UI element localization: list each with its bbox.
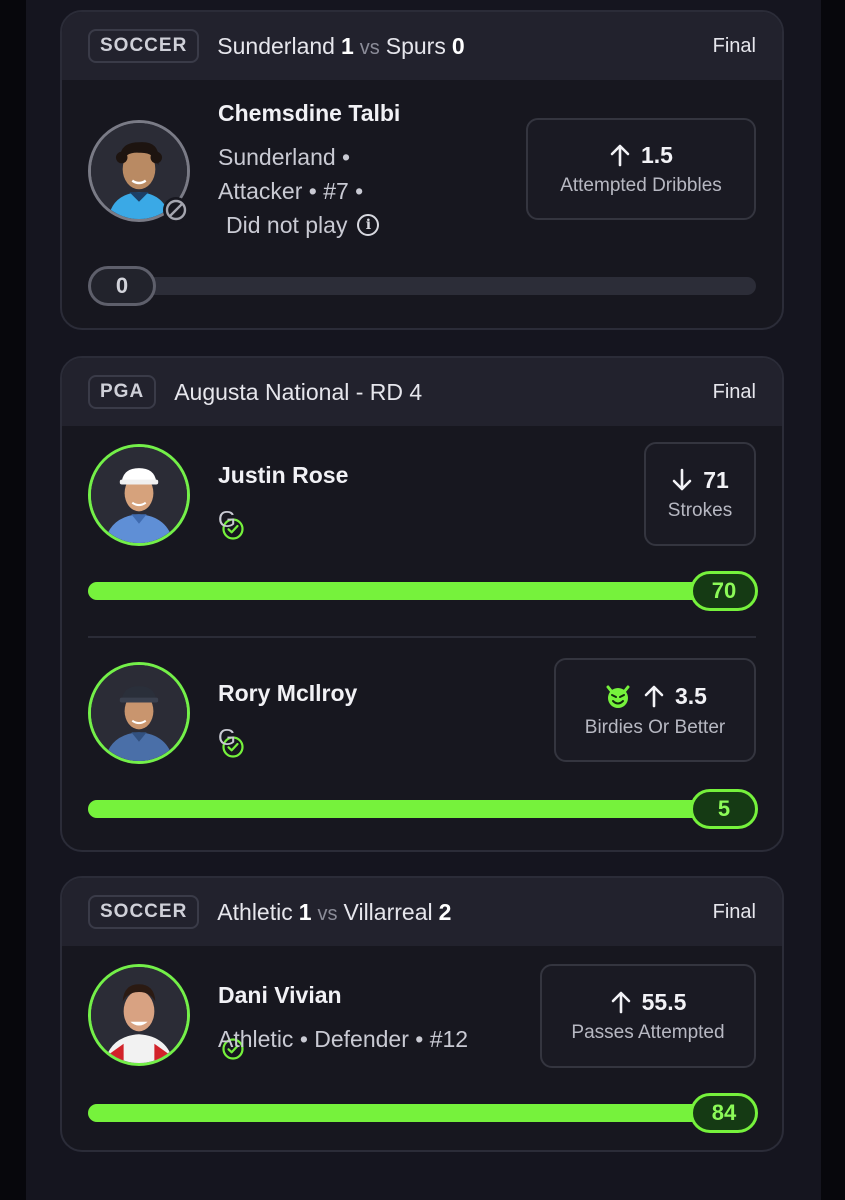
- projection-line: 3.5: [603, 681, 707, 711]
- pick-divider: [88, 636, 756, 638]
- pick-row[interactable]: Chemsdine Talbi Sunderland • Attacker • …: [62, 80, 782, 328]
- event-name: Augusta National - RD 4: [174, 378, 423, 405]
- vs-label: vs: [359, 36, 380, 59]
- game-status: Final: [712, 900, 756, 923]
- demon-icon: [606, 685, 630, 708]
- sport-badge: SOCCER: [88, 895, 200, 929]
- result-pill: 70: [690, 571, 758, 611]
- player-avatar[interactable]: [88, 662, 190, 764]
- progress-bar: 0: [88, 266, 756, 306]
- away-score: 2: [438, 898, 452, 925]
- arrow-up-icon: [611, 991, 630, 1014]
- info-icon[interactable]: i: [357, 214, 380, 236]
- card-header: PGA Augusta National - RD 4 Final: [62, 358, 782, 426]
- projection-box[interactable]: 3.5 Birdies Or Better: [554, 658, 756, 762]
- projection-line: 55.5: [610, 988, 687, 1016]
- progress-fill: [88, 800, 756, 818]
- screen-edge-left: [0, 0, 26, 1200]
- player-photo: [91, 447, 187, 543]
- line-value: 1.5: [641, 141, 673, 168]
- progress-bar: 84: [88, 1093, 758, 1133]
- projection-box[interactable]: 55.5 Passes Attempted: [540, 964, 756, 1068]
- away-team: Spurs: [385, 32, 446, 59]
- home-score: 1: [340, 32, 354, 59]
- pick-row[interactable]: Dani Vivian Athletic • Defender • #12 55…: [62, 946, 782, 1150]
- card-header: SOCCER Sunderland 1 vs Spurs 0 Final: [62, 12, 782, 80]
- progress-bar: 70: [88, 571, 758, 611]
- line-value: 71: [703, 466, 729, 493]
- progress-fill: [88, 1104, 756, 1122]
- stat-type: Passes Attempted: [571, 1021, 725, 1043]
- player-meta: Athletic • Defender • #12: [218, 1026, 469, 1052]
- player-team: Sunderland •: [218, 144, 351, 170]
- result-pill: 5: [690, 789, 758, 829]
- player-name: Rory McIlroy: [218, 680, 358, 706]
- arrow-up-icon: [610, 144, 630, 167]
- pick-row[interactable]: Rory McIlroy G 3.5 Birdies Or Better 5: [62, 644, 782, 850]
- projection-box[interactable]: 71 Strokes: [644, 442, 756, 546]
- result-pill: 0: [88, 266, 156, 306]
- player-position: G: [218, 506, 236, 532]
- card-header: SOCCER Athletic 1 vs Villarreal 2 Final: [62, 878, 782, 946]
- player-avatar[interactable]: [88, 964, 190, 1066]
- sport-badge: PGA: [88, 375, 157, 409]
- progress-bar: 5: [88, 789, 758, 829]
- player-photo: [91, 967, 187, 1063]
- pick-card-sunderland-spurs[interactable]: SOCCER Sunderland 1 vs Spurs 0 Final Che…: [60, 10, 784, 330]
- pick-card-augusta[interactable]: PGA Augusta National - RD 4 Final Justin…: [60, 356, 784, 852]
- did-not-play-icon: [163, 197, 189, 223]
- player-meta: Sunderland • Attacker • #7 • Did not pla…: [218, 140, 380, 242]
- did-not-play-label: Did not play: [226, 212, 348, 238]
- stat-type: Birdies Or Better: [584, 717, 726, 738]
- stat-type: Attempted Dribbles: [560, 174, 722, 196]
- player-position: G: [218, 724, 236, 750]
- away-team: Villarreal: [343, 898, 433, 925]
- home-score: 1: [298, 898, 312, 925]
- projection-box[interactable]: 1.5 Attempted Dribbles: [526, 118, 756, 220]
- player-photo: [91, 665, 187, 761]
- player-name: Justin Rose: [218, 462, 349, 488]
- match-title: Sunderland 1 vs Spurs 0: [217, 33, 464, 60]
- home-team: Sunderland: [217, 32, 335, 59]
- stat-type: Strokes: [667, 499, 733, 521]
- line-value: 55.5: [641, 988, 687, 1015]
- pick-row[interactable]: Justin Rose G 71 Strokes 70: [62, 426, 782, 634]
- vs-label: vs: [317, 902, 338, 925]
- arrow-down-icon: [672, 468, 692, 491]
- game-status: Final: [712, 34, 756, 57]
- projection-line: 1.5: [609, 142, 673, 169]
- player-avatar[interactable]: [88, 444, 190, 546]
- player-position: Attacker • #7 •: [218, 178, 364, 204]
- pick-card-athletic-villarreal[interactable]: SOCCER Athletic 1 vs Villarreal 2 Final …: [60, 876, 784, 1152]
- game-status: Final: [712, 380, 756, 403]
- progress-fill: [88, 582, 756, 600]
- player-name: Dani Vivian: [218, 982, 342, 1008]
- projection-line: 71: [671, 467, 729, 494]
- match-title: Augusta National - RD 4: [174, 379, 422, 406]
- sport-badge: SOCCER: [88, 29, 200, 63]
- home-team: Athletic: [217, 898, 293, 925]
- did-not-play-status: Did not play i: [226, 208, 380, 242]
- away-score: 0: [451, 32, 465, 59]
- screen-edge-right: [821, 0, 845, 1200]
- line-value: 3.5: [675, 682, 707, 709]
- arrow-up-icon: [644, 685, 664, 708]
- player-name: Chemsdine Talbi: [218, 100, 401, 126]
- result-pill: 84: [690, 1093, 758, 1133]
- match-title: Athletic 1 vs Villarreal 2: [217, 899, 451, 926]
